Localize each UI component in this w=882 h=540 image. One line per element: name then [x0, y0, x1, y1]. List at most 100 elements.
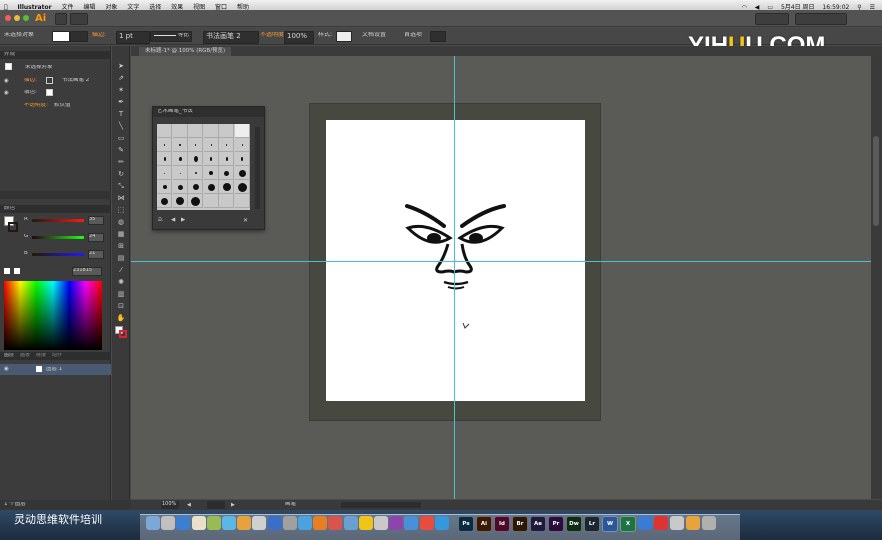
- dock-app-icon[interactable]: [206, 516, 221, 530]
- brush-swatch[interactable]: [219, 152, 234, 166]
- appearance-fill-label[interactable]: 填色:: [24, 90, 37, 96]
- brush-swatch[interactable]: [172, 166, 188, 180]
- left-eyebrow[interactable]: [405, 204, 446, 228]
- brush-swatch[interactable]: [234, 166, 250, 180]
- selection-tool-icon[interactable]: ➤: [116, 62, 126, 71]
- eye-icon[interactable]: ◉: [4, 90, 9, 96]
- gradient-tool-icon[interactable]: ▤: [116, 254, 126, 263]
- dock-app-icon[interactable]: [358, 516, 373, 530]
- brush-swatch[interactable]: [203, 152, 219, 166]
- pen-tool-icon[interactable]: ✒: [116, 98, 126, 107]
- dock-app-icon[interactable]: [638, 516, 652, 530]
- right-eyebrow[interactable]: [460, 204, 506, 228]
- perspective-grid-tool-icon[interactable]: ▦: [116, 230, 126, 239]
- dock-app-ai-icon[interactable]: Ai: [476, 516, 492, 532]
- dock-app-ae-icon[interactable]: Ae: [530, 516, 546, 532]
- brush-swatch[interactable]: [172, 152, 188, 166]
- b-value[interactable]: 21: [88, 250, 104, 259]
- dock-app-icon[interactable]: [267, 516, 282, 530]
- appearance-fill-swatch[interactable]: [46, 89, 53, 96]
- artboard-number-field[interactable]: [207, 501, 225, 509]
- dock-app-icon[interactable]: [252, 516, 267, 530]
- symbol-sprayer-tool-icon[interactable]: ✺: [116, 278, 126, 287]
- dock-app-icon[interactable]: [419, 516, 434, 530]
- paintbrush-tool-icon[interactable]: ✎: [116, 146, 126, 155]
- dock-app-br-icon[interactable]: Br: [512, 516, 528, 532]
- previous-library-icon[interactable]: ◀: [171, 217, 175, 223]
- dock-app-icon[interactable]: [282, 516, 297, 530]
- brush-swatch[interactable]: [188, 138, 203, 152]
- brush-swatch[interactable]: [219, 138, 234, 152]
- brush-swatch[interactable]: [157, 124, 172, 138]
- brush-swatch[interactable]: [203, 166, 219, 180]
- dock-app-dw-icon[interactable]: Dw: [566, 516, 582, 532]
- dock-app-icon[interactable]: [670, 516, 684, 530]
- brush-swatch[interactable]: [203, 124, 219, 138]
- fill-swatch[interactable]: [52, 31, 70, 42]
- zoom-field[interactable]: 100%: [161, 501, 179, 509]
- appearance-stroke-swatch[interactable]: [46, 77, 53, 84]
- graphic-style-dropdown[interactable]: [336, 31, 352, 42]
- artboard-next-icon[interactable]: ▶: [231, 502, 235, 508]
- scale-tool-icon[interactable]: ⤡: [116, 182, 126, 191]
- dock-app-icon[interactable]: [313, 516, 328, 530]
- brush-swatch[interactable]: [157, 152, 172, 166]
- bridge-button[interactable]: [55, 13, 67, 25]
- stroke-label[interactable]: 描边:: [92, 32, 106, 38]
- toolbar-stroke-swatch[interactable]: [119, 330, 127, 338]
- brush-swatch[interactable]: [203, 138, 219, 152]
- brush-swatch[interactable]: [234, 124, 250, 138]
- dock-app-id-icon[interactable]: Id: [494, 516, 510, 532]
- rotate-tool-icon[interactable]: ↻: [116, 170, 126, 179]
- appearance-opacity-label[interactable]: 不透明度:: [24, 103, 48, 109]
- arrange-panel-button[interactable]: [430, 31, 446, 42]
- dock-app-icon[interactable]: [298, 516, 312, 530]
- color-stroke-swatch[interactable]: [8, 222, 18, 232]
- tab-artboards[interactable]: 画板: [20, 353, 30, 358]
- color-panel-tab[interactable]: 颜色: [0, 205, 111, 213]
- dock-app-icon[interactable]: [389, 516, 404, 530]
- document-tab[interactable]: 未标题-1* @ 100% (RGB/预览): [139, 47, 232, 56]
- brush-swatch[interactable]: [157, 138, 172, 152]
- dock-app-icon[interactable]: [654, 516, 668, 530]
- width-tool-icon[interactable]: ⋈: [116, 194, 126, 203]
- r-value[interactable]: 35: [88, 216, 104, 225]
- direct-selection-tool-icon[interactable]: ⇗: [116, 74, 126, 83]
- dock-app-icon[interactable]: [374, 516, 388, 530]
- horizontal-scrollbar[interactable]: [341, 502, 421, 508]
- lower-lip[interactable]: [447, 286, 465, 290]
- color-spectrum[interactable]: [4, 281, 102, 350]
- brush-swatch[interactable]: [234, 180, 250, 194]
- preferences-button[interactable]: 首选项: [404, 32, 422, 38]
- appearance-stroke-label[interactable]: 描边:: [24, 78, 37, 84]
- white-swatch[interactable]: [14, 268, 20, 274]
- scroll-thumb[interactable]: [873, 136, 879, 226]
- brush-swatch[interactable]: [203, 180, 219, 194]
- free-transform-tool-icon[interactable]: ⬚: [116, 206, 126, 215]
- close-panel-icon[interactable]: ✕: [243, 217, 248, 224]
- dock-app-icon[interactable]: [404, 516, 419, 530]
- brush-definition-dropdown[interactable]: 书法画笔 2: [203, 31, 259, 44]
- artboard-tool-icon[interactable]: ⊡: [116, 302, 126, 311]
- brush-swatch[interactable]: [188, 180, 203, 194]
- current-tool-status[interactable]: 画笔: [285, 502, 296, 508]
- dock-app-lr-icon[interactable]: Lr: [584, 516, 600, 532]
- shape-builder-tool-icon[interactable]: ◍: [116, 218, 126, 227]
- dock-app-icon[interactable]: [343, 516, 358, 530]
- minimize-window-button[interactable]: [14, 15, 20, 21]
- brush-swatch[interactable]: [157, 166, 172, 180]
- stroke-weight-field[interactable]: 1 pt: [116, 31, 150, 44]
- g-slider[interactable]: [32, 236, 84, 239]
- brush-swatch[interactable]: [219, 194, 234, 208]
- line-tool-icon[interactable]: ╲: [116, 122, 126, 131]
- zoom-window-button[interactable]: [23, 15, 29, 21]
- dock-app-icon[interactable]: [176, 516, 191, 530]
- brush-swatch[interactable]: [157, 180, 172, 194]
- workspace-switcher[interactable]: [755, 13, 789, 25]
- brush-swatch[interactable]: [203, 194, 219, 208]
- tab-links[interactable]: 链接: [36, 353, 46, 358]
- dock-app-icon[interactable]: [702, 516, 716, 530]
- brush-swatch[interactable]: [219, 180, 234, 194]
- layer-name[interactable]: 图层 1: [46, 367, 62, 373]
- hand-tool-icon[interactable]: ✋: [116, 314, 126, 323]
